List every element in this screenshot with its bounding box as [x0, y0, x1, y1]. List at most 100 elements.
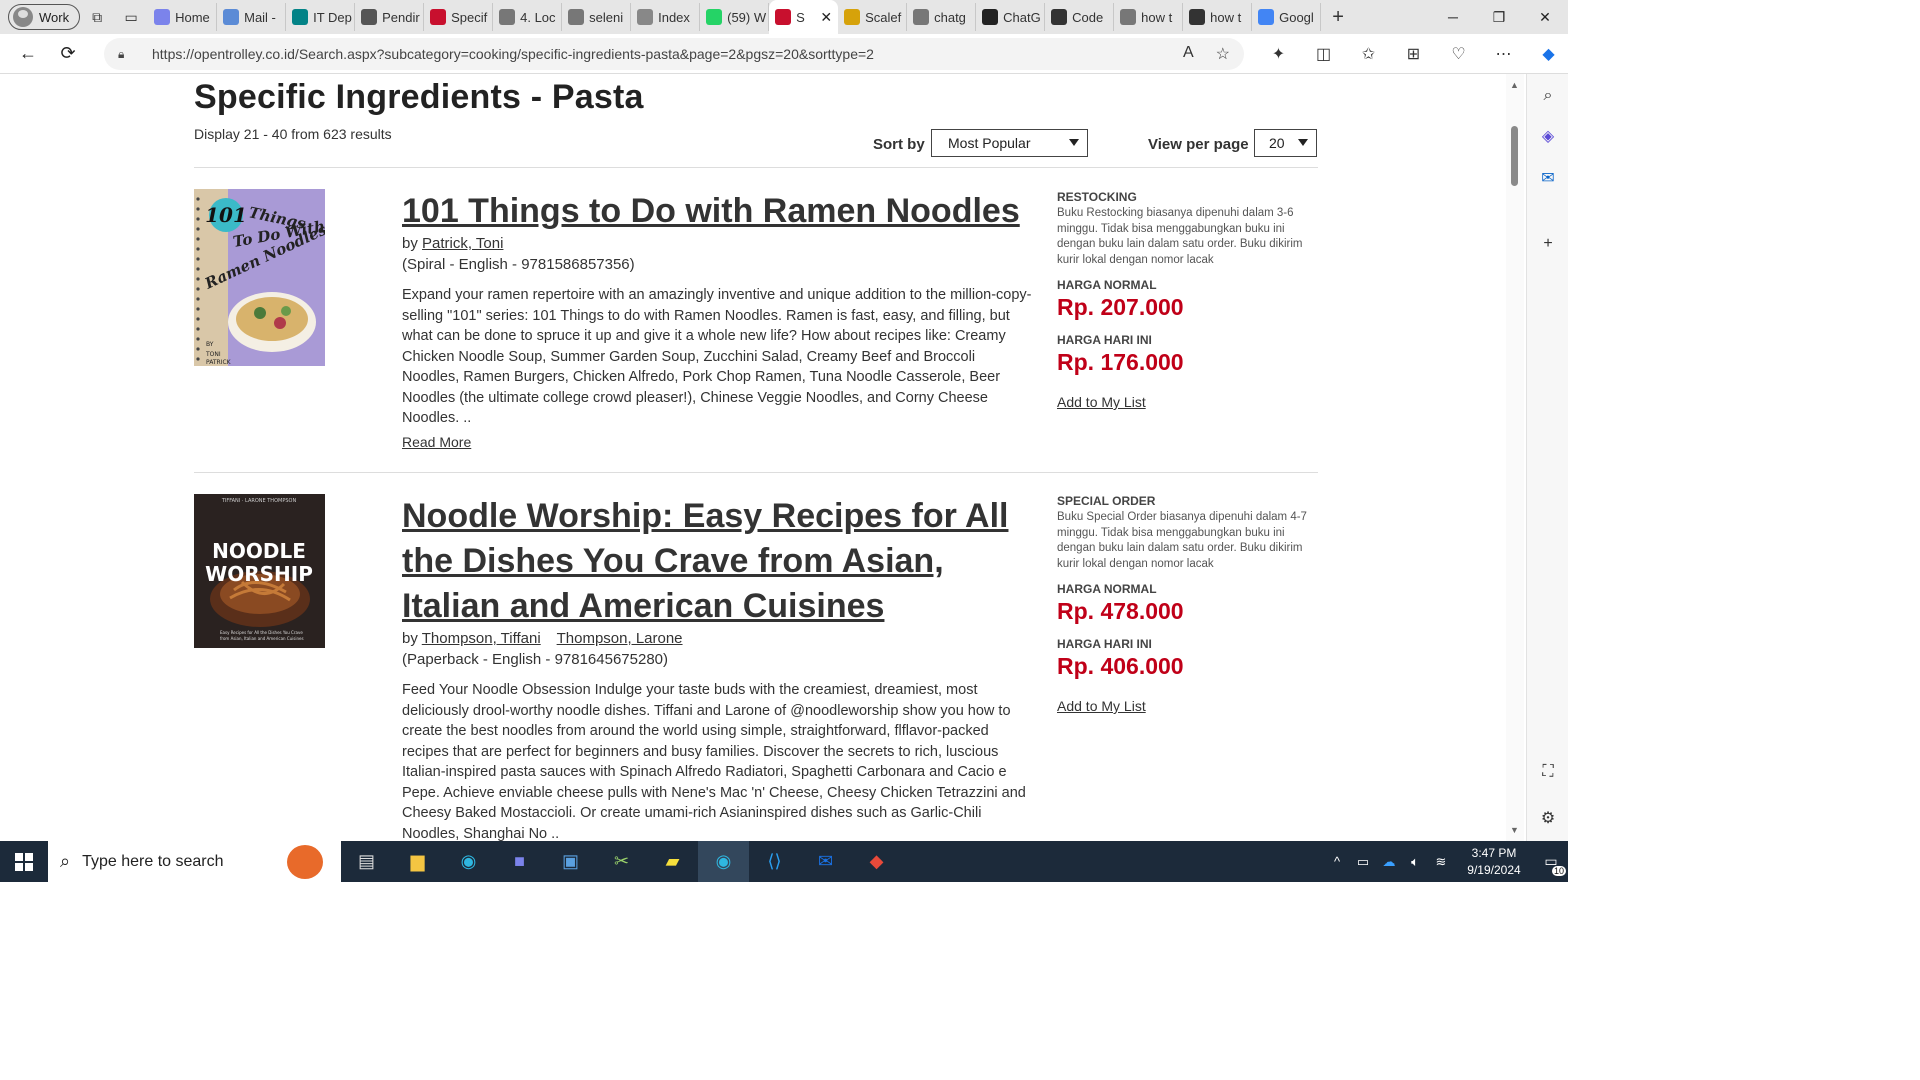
teams-icon[interactable]: ■	[494, 841, 545, 882]
tab-favicon-icon	[982, 9, 999, 25]
browser-tab[interactable]: seleni	[562, 3, 632, 31]
more-menu-icon[interactable]: ⋯	[1481, 34, 1526, 74]
tab-favicon-icon	[775, 9, 792, 25]
product-title-link[interactable]: 101 Things to Do with Ramen Noodles	[402, 189, 1032, 234]
chevron-down-icon	[1298, 139, 1308, 146]
tab-bar: Work ⧉ ▭ Home Mail - IT Dep Pendir Specif 4. …	[0, 0, 1568, 34]
wifi-icon[interactable]: ≋	[1428, 854, 1454, 870]
browser-tab[interactable]: Pendir	[355, 3, 425, 31]
volume-icon[interactable]: 🔈︎	[1402, 854, 1428, 870]
scroll-down-icon[interactable]: ▼	[1510, 825, 1519, 835]
browser-tab[interactable]: ChatG	[976, 3, 1046, 31]
sticky-notes-icon[interactable]: ▰	[647, 841, 698, 882]
copilot-sidebar-icon[interactable]: ◈	[1527, 116, 1569, 156]
taskbar-search[interactable]: ⌕ Type here to search	[48, 841, 341, 882]
view-per-page-select[interactable]: 20	[1254, 129, 1317, 157]
close-window-button[interactable]: ✕	[1522, 0, 1568, 34]
add-to-list-link[interactable]: Add to My List	[1057, 698, 1312, 714]
edge-icon[interactable]: ◉	[443, 841, 494, 882]
file-explorer-icon[interactable]: ▆	[392, 841, 443, 882]
book-cover-image[interactable]: TIFFANI · LARONE THOMPSON NOODLE WORSHIP…	[194, 494, 325, 648]
sort-select[interactable]: Most Popular	[931, 129, 1088, 157]
author-link[interactable]: Thompson, Tiffani	[422, 630, 541, 647]
search-icon[interactable]: ⌕	[1527, 76, 1569, 116]
notification-icon[interactable]: ▭ 10	[1534, 853, 1568, 876]
author-link[interactable]: Thompson, Larone	[557, 630, 683, 647]
git-app-icon[interactable]: ◆	[851, 841, 902, 882]
outlook-icon[interactable]: ✉	[1527, 158, 1569, 198]
browser-tab[interactable]: Code	[1045, 3, 1115, 31]
book-cover-image[interactable]: 101 Things To Do With Ramen Noodles BY T…	[194, 189, 325, 366]
vscode-icon[interactable]: ⟨⟩	[749, 841, 800, 882]
remote-desktop-icon[interactable]: ▣	[545, 841, 596, 882]
minimize-button[interactable]: ─	[1430, 0, 1476, 34]
scrollbar-thumb[interactable]	[1511, 126, 1518, 186]
onedrive-icon[interactable]: ☁	[1376, 854, 1402, 870]
scroll-up-icon[interactable]: ▲	[1510, 80, 1519, 90]
browser-tab[interactable]: Scalef	[838, 3, 908, 31]
favorites-icon[interactable]: ✩	[1346, 34, 1391, 74]
stock-status-desc: Buku Restocking biasanya dipenuhi dalam …	[1057, 207, 1303, 266]
workspaces-icon[interactable]: ⧉	[80, 3, 114, 31]
tab-favicon-icon	[1189, 9, 1206, 25]
tab-label: Index	[658, 9, 690, 25]
battery-icon[interactable]: ▭	[1350, 854, 1376, 870]
tab-actions-icon[interactable]: ▭	[114, 3, 148, 31]
browser-tab[interactable]: how t	[1183, 3, 1253, 31]
clock[interactable]: 3:47 PM 9/19/2024	[1454, 845, 1534, 879]
browser-tab[interactable]: (59) W	[700, 3, 770, 31]
add-to-list-link[interactable]: Add to My List	[1057, 394, 1312, 410]
extensions-icon[interactable]: ✦	[1256, 34, 1301, 74]
browser-tab[interactable]: Googl	[1252, 3, 1322, 31]
screenshot-icon[interactable]: ⛶	[1527, 752, 1569, 792]
browser-tab[interactable]: 4. Loc	[493, 3, 563, 31]
tab-favicon-icon	[1258, 9, 1275, 25]
split-screen-icon[interactable]: ◫	[1301, 34, 1346, 74]
tab-label: Specif	[451, 9, 488, 25]
tab-favicon-icon	[706, 9, 723, 25]
product-title-link[interactable]: Noodle Worship: Easy Recipes for All the…	[402, 494, 1032, 629]
browser-tab[interactable]: Specif	[424, 3, 494, 31]
task-view-icon[interactable]: ▤	[341, 841, 392, 882]
settings-gear-icon[interactable]: ⚙	[1527, 798, 1569, 838]
browser-tab[interactable]: chatg	[907, 3, 977, 31]
back-button[interactable]: ←	[8, 34, 48, 74]
new-tab-button[interactable]: +	[1321, 6, 1355, 29]
collections-icon[interactable]: ⊞	[1391, 34, 1436, 74]
restore-button[interactable]: ❐	[1476, 0, 1522, 34]
browser-tab[interactable]: IT Dep	[286, 3, 356, 31]
address-bar[interactable]: 🔒︎ https://opentrolley.co.id/Search.aspx…	[104, 38, 1244, 70]
svg-text:TIFFANI · LARONE THOMPSON: TIFFANI · LARONE THOMPSON	[221, 498, 297, 504]
read-more-link[interactable]: Read More	[402, 434, 471, 450]
edge-sidebar: ⌕ ◈ ✉ + ⛶ ⚙	[1526, 74, 1568, 841]
normal-price-label: HARGA NORMAL	[1057, 582, 1157, 596]
browser-tab[interactable]: Home	[148, 3, 218, 31]
stock-status-desc: Buku Special Order biasanya dipenuhi dal…	[1057, 511, 1307, 570]
window-controls: ─ ❐ ✕	[1430, 0, 1568, 34]
browser-tab[interactable]: Mail -	[217, 3, 287, 31]
close-tab-icon[interactable]: ✕	[820, 9, 832, 26]
outlook-taskbar-icon[interactable]: ✉	[800, 841, 851, 882]
author-link[interactable]: Patrick, Toni	[422, 235, 503, 252]
time-text: 3:47 PM	[1471, 845, 1517, 860]
edge-active-icon[interactable]: ◉	[698, 841, 749, 882]
refresh-button[interactable]: ⟳	[48, 34, 88, 74]
browser-tab[interactable]: S ✕	[769, 0, 839, 34]
chevron-up-icon[interactable]: ^	[1324, 854, 1350, 869]
today-price-label: HARGA HARI INI	[1057, 637, 1152, 651]
favorite-star-icon[interactable]: ☆	[1216, 44, 1230, 64]
read-aloud-icon[interactable]: A	[1183, 44, 1194, 64]
format-line: (Spiral - English - 9781586857356)	[402, 256, 635, 273]
browser-essentials-icon[interactable]: ♡	[1436, 34, 1481, 74]
copilot-icon[interactable]: ◆	[1526, 34, 1571, 74]
divider	[194, 472, 1318, 473]
vertical-scrollbar[interactable]: ▲ ▼	[1506, 74, 1524, 841]
snipping-tool-icon[interactable]: ✂	[596, 841, 647, 882]
browser-tab[interactable]: how t	[1114, 3, 1184, 31]
url-text[interactable]: https://opentrolley.co.id/Search.aspx?su…	[152, 46, 874, 62]
start-button[interactable]	[0, 841, 48, 882]
profile-button[interactable]: Work	[8, 4, 81, 30]
add-icon[interactable]: +	[1527, 224, 1569, 264]
browser-tab[interactable]: Index	[631, 3, 701, 31]
lock-icon[interactable]: 🔒︎	[118, 47, 134, 62]
